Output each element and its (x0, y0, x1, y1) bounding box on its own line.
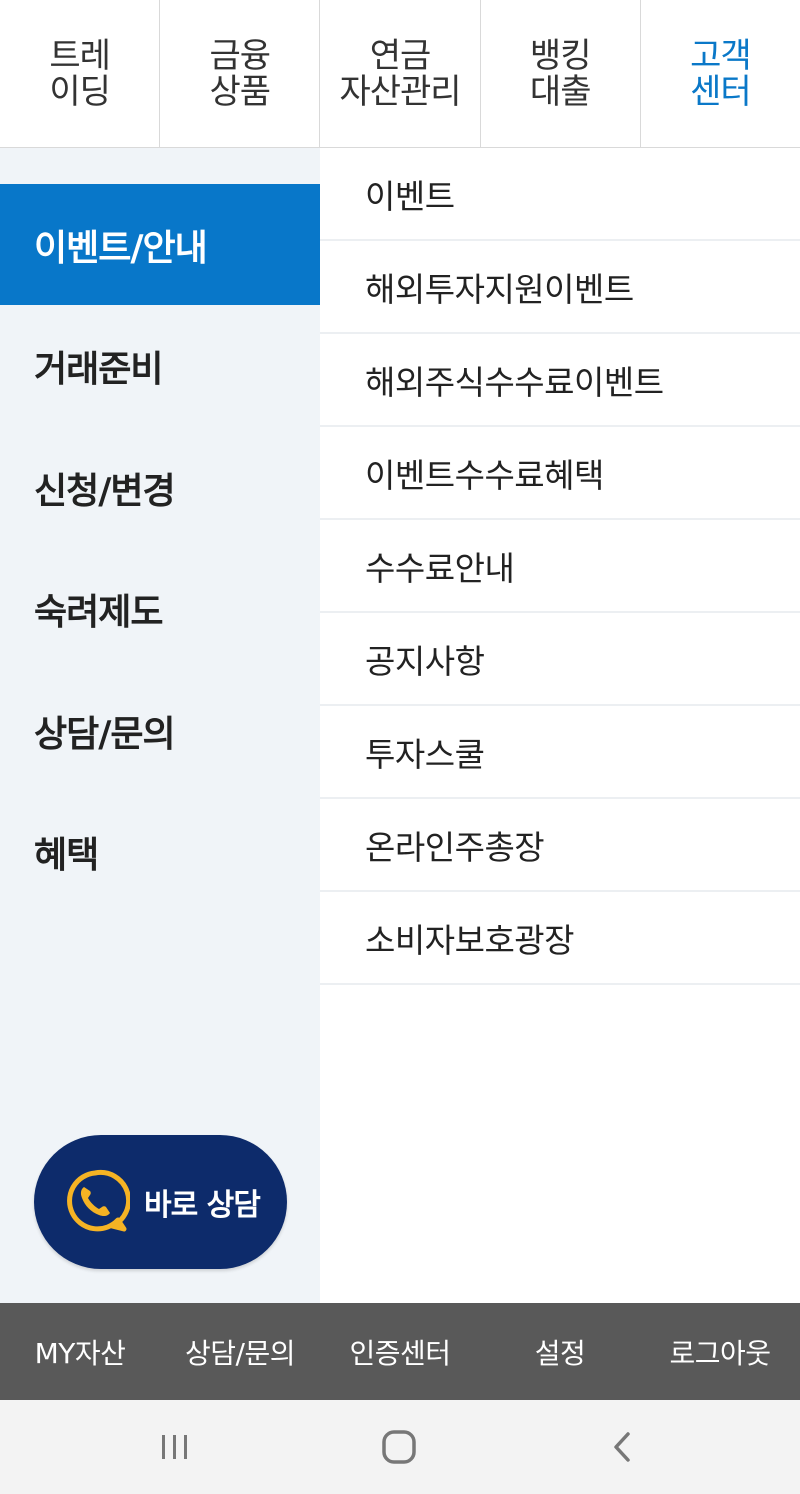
sidebar-item-benefits[interactable]: 혜택 (0, 791, 320, 912)
sidebar-item-apply-change[interactable]: 신청/변경 (0, 427, 320, 548)
bottom-item-label: 설정 (534, 1336, 586, 1370)
submenu-item-label: 투자스쿨 (365, 734, 485, 774)
submenu-item-online-shareholder[interactable]: 온라인주총장 (320, 799, 800, 892)
bottom-item-label: MY자산 (34, 1336, 126, 1370)
submenu-item-overseas-support-event[interactable]: 해외투자지원이벤트 (320, 241, 800, 334)
submenu-list: 이벤트 해외투자지원이벤트 해외주식수수료이벤트 이벤트수수료혜택 수수료안내 … (320, 148, 800, 985)
bottom-consult-inquiry[interactable]: 상담/문의 (160, 1303, 320, 1400)
bottom-bar: MY자산 상담/문의 인증센터 설정 로그아웃 (0, 1303, 800, 1400)
bottom-settings[interactable]: 설정 (480, 1303, 640, 1400)
sidebar-item-label: 숙려제도 (34, 591, 163, 633)
submenu-item-invest-school[interactable]: 투자스쿨 (320, 706, 800, 799)
recent-apps-button[interactable] (150, 1426, 200, 1468)
submenu-item-label: 해외투자지원이벤트 (365, 269, 634, 309)
bottom-item-label: 로그아웃 (669, 1336, 771, 1370)
tab-customer-center[interactable]: 고객 센터 (641, 0, 800, 147)
back-icon (614, 1432, 630, 1462)
quick-consult-label: 바로 상담 (144, 1188, 261, 1223)
tab-trading[interactable]: 트레 이딩 (0, 0, 161, 147)
sidebar-item-cooling-off[interactable]: 숙려제도 (0, 548, 320, 669)
submenu-item-label: 수수료안내 (365, 548, 515, 588)
sidebar-item-consult-inquiry[interactable]: 상담/문의 (0, 670, 320, 791)
tab-financial-products[interactable]: 금융 상품 (160, 0, 321, 147)
tab-label-line2: 상품 (209, 71, 272, 112)
tab-label-line2: 센터 (690, 71, 752, 112)
tab-pension-asset[interactable]: 연금 자산관리 (320, 0, 481, 147)
tab-label-line1: 고객 (690, 35, 752, 76)
recent-apps-icon (162, 1435, 187, 1459)
submenu-item-fee-guide[interactable]: 수수료안내 (320, 520, 800, 613)
sidebar-item-trade-prep[interactable]: 거래준비 (0, 305, 320, 426)
home-icon (382, 1430, 416, 1464)
submenu-item-label: 이벤트 (365, 176, 455, 216)
sidebar-item-label: 상담/문의 (34, 713, 176, 755)
tab-label-line1: 금융 (209, 35, 272, 76)
sidebar: 이벤트/안내 거래준비 신청/변경 숙려제도 상담/문의 혜택 바로 상담 (0, 148, 320, 1303)
tab-label-line2: 이딩 (49, 71, 111, 112)
submenu-item-event[interactable]: 이벤트 (320, 148, 800, 241)
tab-label-line1: 트레 (49, 35, 111, 76)
system-nav-bar (0, 1400, 800, 1494)
bottom-auth-center[interactable]: 인증센터 (320, 1303, 480, 1400)
bottom-my-assets[interactable]: MY자산 (0, 1303, 160, 1400)
top-tab-bar: 트레 이딩 금융 상품 연금 자산관리 뱅킹 대출 고객 센터 (0, 0, 800, 148)
quick-consult-button[interactable]: 바로 상담 (34, 1135, 287, 1269)
submenu-item-consumer-protection[interactable]: 소비자보호광장 (320, 892, 800, 985)
sidebar-item-label: 거래준비 (34, 348, 163, 390)
tab-banking-loan[interactable]: 뱅킹 대출 (481, 0, 641, 147)
tab-label-line2: 자산관리 (339, 71, 461, 112)
tab-label-line2: 대출 (529, 71, 592, 112)
submenu-item-label: 온라인주총장 (365, 827, 545, 867)
sidebar-item-label: 이벤트/안내 (34, 227, 208, 269)
submenu-item-overseas-fee-event[interactable]: 해외주식수수료이벤트 (320, 334, 800, 427)
sidebar-item-label: 혜택 (34, 834, 99, 876)
sidebar-item-label: 신청/변경 (34, 470, 176, 512)
submenu-item-label: 공지사항 (365, 641, 485, 681)
submenu-item-label: 해외주식수수료이벤트 (365, 362, 664, 402)
submenu-item-label: 소비자보호광장 (365, 920, 575, 960)
submenu-item-notice[interactable]: 공지사항 (320, 613, 800, 706)
submenu-item-label: 이벤트수수료혜택 (365, 455, 604, 495)
sidebar-item-events[interactable]: 이벤트/안내 (0, 184, 320, 305)
submenu-item-fee-benefit[interactable]: 이벤트수수료혜택 (320, 427, 800, 520)
tab-label-line1: 뱅킹 (529, 35, 592, 76)
phone-chat-icon (67, 1169, 130, 1232)
tab-label-line1: 연금 (369, 35, 432, 76)
back-button[interactable] (598, 1426, 648, 1468)
bottom-logout[interactable]: 로그아웃 (640, 1303, 800, 1400)
bottom-item-label: 인증센터 (349, 1336, 451, 1370)
home-button[interactable] (374, 1426, 424, 1468)
bottom-item-label: 상담/문의 (185, 1336, 295, 1370)
